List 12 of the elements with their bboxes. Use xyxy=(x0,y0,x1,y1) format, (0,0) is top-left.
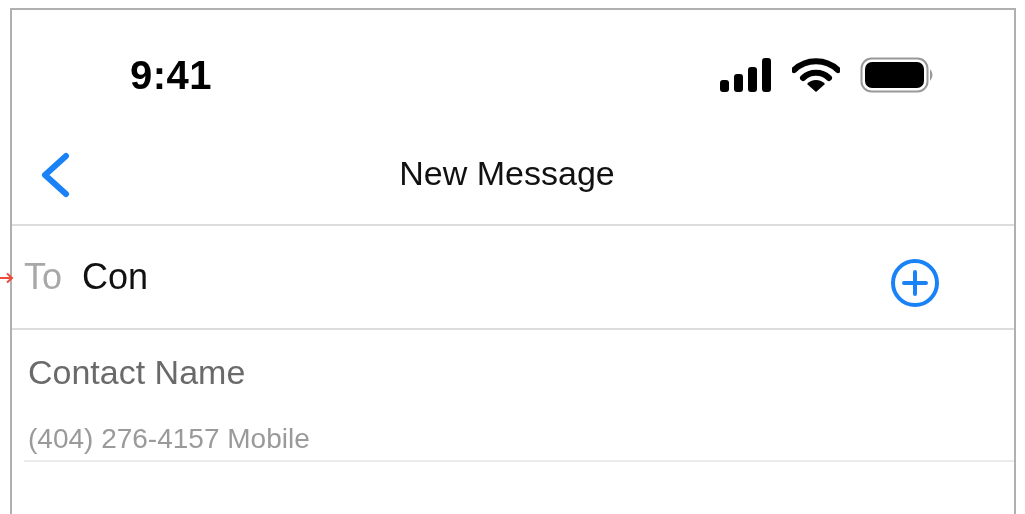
wifi-icon xyxy=(792,58,840,92)
contact-phone[interactable]: (404) 276-4157 Mobile xyxy=(28,422,1014,460)
status-time: 9:41 xyxy=(130,52,213,98)
nav-title: New Message xyxy=(399,153,615,193)
recipient-field[interactable]: To Con xyxy=(12,226,1014,330)
signal-icon xyxy=(720,58,772,92)
arrow-icon xyxy=(0,272,14,284)
recipient-text: Con xyxy=(82,256,149,298)
plus-circle-icon xyxy=(890,258,940,308)
to-label: To xyxy=(24,256,63,298)
contact-name[interactable]: Contact Name xyxy=(28,352,1014,392)
add-contact-button[interactable] xyxy=(890,258,940,308)
